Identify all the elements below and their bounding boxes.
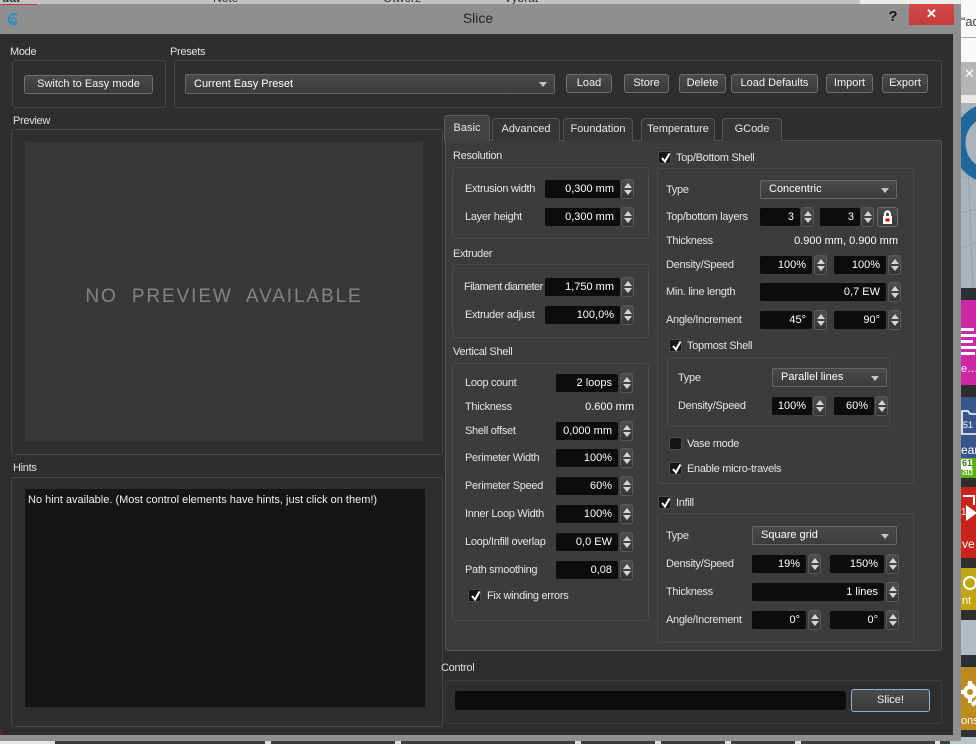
svg-text:51: 51 — [963, 420, 973, 430]
